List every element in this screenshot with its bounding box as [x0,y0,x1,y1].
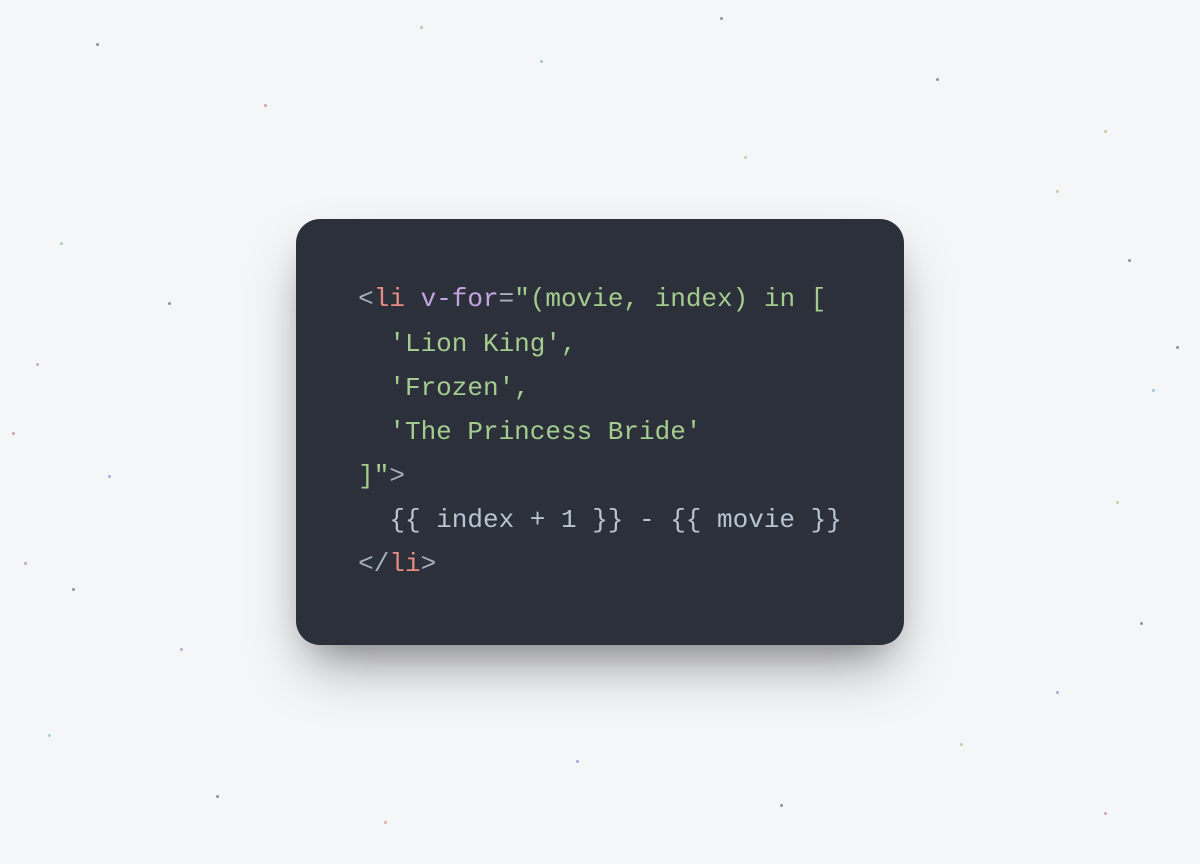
code-tag: li [374,284,405,314]
code-bracket: </ [358,549,389,579]
code-bracket: < [358,284,374,314]
code-string: 'The Princess Bride' [358,417,701,447]
code-block: <li v-for="(movie, index) in [ 'Lion Kin… [358,277,842,586]
code-text: {{ index + 1 }} - {{ movie }} [358,505,842,535]
code-string: ]" [358,461,389,491]
code-string: 'Lion King', [358,329,576,359]
code-bracket: > [389,461,405,491]
code-snippet-card: <li v-for="(movie, index) in [ 'Lion Kin… [296,219,904,644]
code-string: 'Frozen', [358,373,530,403]
code-attribute: v-for [421,284,499,314]
code-tag: li [389,549,420,579]
code-bracket: > [421,549,437,579]
code-string: "(movie, index) in [ [514,284,826,314]
code-punct: = [499,284,515,314]
